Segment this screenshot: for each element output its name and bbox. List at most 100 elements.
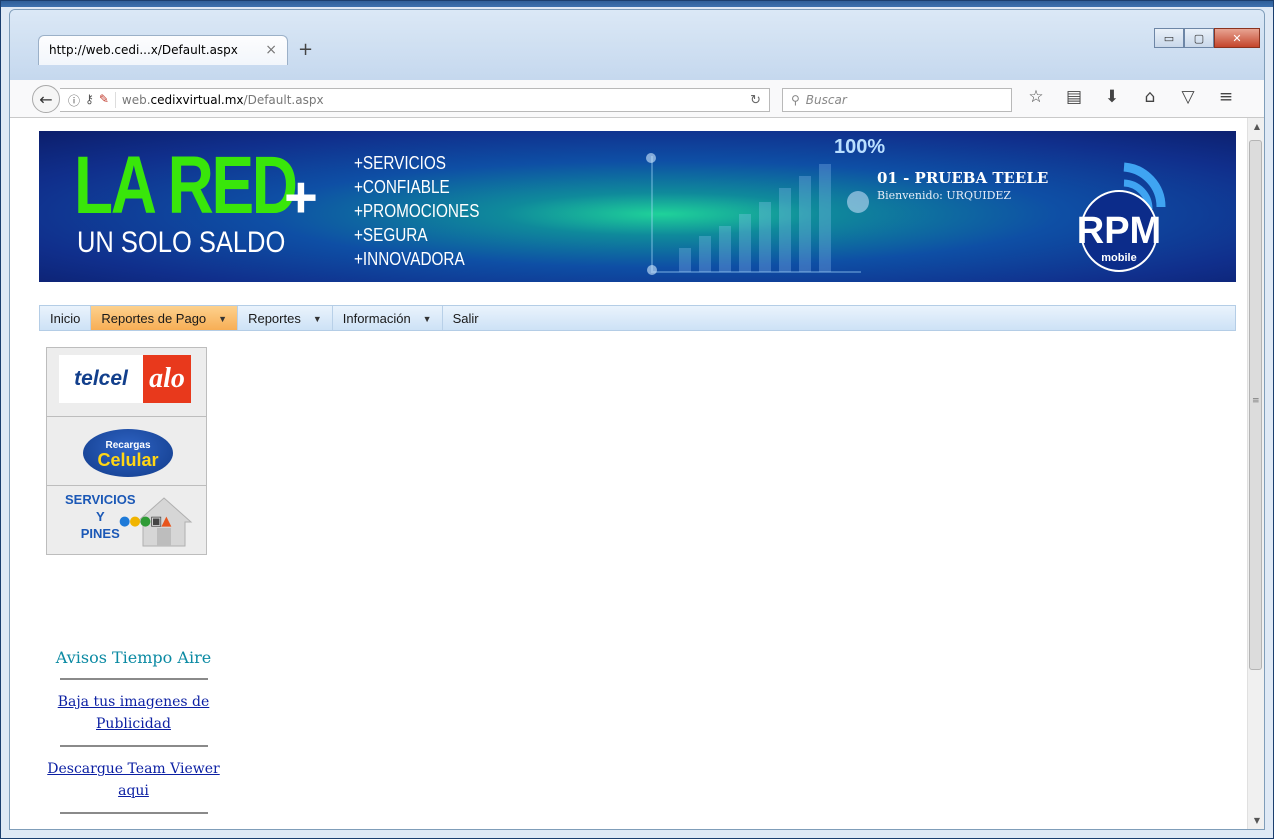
recargas-celular-button[interactable]: Recargas Celular [46, 416, 207, 486]
banner-feature: +SEGURA [354, 225, 428, 245]
close-window-button[interactable]: ✕ [1214, 28, 1260, 48]
banner-feature: +PROMOCIONES [354, 201, 480, 221]
url-bar[interactable]: ⓘ ⚷ ✎ web.cedixvirtual.mx/Default.aspx ↻ [60, 88, 770, 112]
banner-feature: +SERVICIOS [354, 153, 446, 173]
recargas-celular-logo: Recargas Celular [83, 429, 173, 477]
menu-label: Inicio [50, 311, 81, 326]
url-prefix: web. [121, 93, 151, 107]
publicidad-link[interactable]: Baja tus imagenes de Publicidad [46, 680, 221, 745]
rpm-logo-text: RPM [1077, 210, 1161, 252]
service-icons: ●●●▣▲ [119, 514, 171, 529]
browser-window: http://web.cedi...x/Default.aspx × + ▭ ▢… [0, 0, 1274, 839]
banner-subheadline: UN SOLO SALDO [77, 226, 286, 259]
search-placeholder: Buscar [805, 93, 847, 107]
menu-label: Salir [452, 311, 479, 326]
telcel-logo: telcel [59, 355, 143, 403]
flame-icon: ▲ [161, 514, 171, 529]
banner-chart-bar [799, 176, 811, 272]
chevron-down-icon: ▼ [422, 314, 432, 324]
new-tab-button[interactable]: + [298, 39, 313, 60]
menu-item-salir[interactable]: Salir [443, 306, 489, 330]
page-viewport: LA RED + UN SOLO SALDO +SERVICIOS +CONFI… [10, 118, 1264, 829]
rpm-mobile-logo: RPM mobile [1077, 162, 1166, 272]
nav-bar: ← ⓘ ⚷ ✎ web.cedixvirtual.mx/Default.aspx… [10, 80, 1264, 118]
divider [59, 812, 208, 814]
menu-item-reportes-de-pago[interactable]: Reportes de Pago ▼ [91, 306, 239, 330]
rpm-logo-sub: mobile [1101, 252, 1136, 264]
home-icon[interactable]: ⌂ [1140, 87, 1160, 107]
servicios-pines-button[interactable]: SERVICIOS Y PINES ●●●▣▲ [46, 485, 207, 555]
celular-label: Celular [97, 450, 159, 470]
user-name: 01 - PRUEBA TEELE [877, 169, 1049, 187]
url-divider [114, 92, 116, 108]
download-icon[interactable]: ⬇ [1102, 87, 1122, 107]
browser-tab[interactable]: http://web.cedi...x/Default.aspx × [38, 35, 288, 65]
menu-label: Reportes de Pago [101, 311, 207, 326]
banner-plus: + [284, 165, 318, 230]
site-identity[interactable]: ⓘ ⚷ ✎ [60, 92, 115, 109]
water-drop-icon: ● [119, 514, 130, 529]
reading-list-icon[interactable]: ▤ [1064, 87, 1084, 107]
avisos-heading: Avisos Tiempo Aire [55, 648, 212, 667]
url-domain: cedixvirtual.mx [150, 93, 244, 107]
pocket-icon[interactable]: ▽ [1178, 87, 1198, 107]
menu-label: Reportes [248, 311, 301, 326]
banner-percent: 100% [834, 136, 886, 158]
telcel-alo-button[interactable]: telcel alo [46, 347, 207, 417]
toolbar-icons: ☆ ▤ ⬇ ⌂ ▽ ≡ [1026, 87, 1236, 107]
tab-close-icon[interactable]: × [265, 42, 277, 58]
banner-chart-bar [819, 164, 831, 272]
scroll-thumb[interactable]: ≡ [1249, 140, 1262, 670]
banner-chart-axis [651, 156, 653, 271]
user-info: 01 - PRUEBA TEELE Bienvenido: URQUIDEZ [877, 169, 1048, 202]
banner-headline: LA RED [74, 140, 298, 231]
hamburger-menu-icon[interactable]: ≡ [1216, 87, 1236, 107]
scroll-up-icon[interactable]: ▲ [1254, 122, 1260, 131]
menu-item-informacion[interactable]: Información ▼ [333, 306, 443, 330]
window-controls: ▭ ▢ ✕ [1154, 28, 1260, 48]
search-input[interactable]: ⚲ Buscar [782, 88, 1012, 112]
minimize-button[interactable]: ▭ [1154, 28, 1184, 48]
banner-feature: +CONFIABLE [354, 177, 450, 197]
vertical-scrollbar[interactable]: ▲ ≡ ▼ [1247, 118, 1264, 829]
browser-frame: http://web.cedi...x/Default.aspx × + ▭ ▢… [9, 9, 1265, 830]
search-icon: ⚲ [791, 93, 800, 107]
reload-icon[interactable]: ↻ [750, 93, 761, 108]
header-banner: LA RED + UN SOLO SALDO +SERVICIOS +CONFI… [39, 131, 1236, 282]
banner-chart-bar [699, 236, 711, 272]
phone-icon: ▣ [150, 514, 162, 529]
banner-feature-list: +SERVICIOS +CONFIABLE +PROMOCIONES +SEGU… [354, 151, 479, 271]
bookmark-star-icon[interactable]: ☆ [1026, 87, 1046, 107]
servicios-line: SERVICIOS [65, 492, 136, 507]
main-menu: Inicio Reportes de Pago ▼ Reportes ▼ Inf… [39, 305, 1236, 331]
banner-chart-bar [739, 214, 751, 272]
banner-chart-bar [759, 202, 771, 272]
welcome-text: Bienvenido: URQUIDEZ [877, 189, 1012, 202]
chevron-down-icon: ▼ [312, 314, 322, 324]
info-icon[interactable]: ⓘ [68, 92, 80, 109]
chevron-down-icon: ▼ [218, 314, 228, 324]
maximize-button[interactable]: ▢ [1184, 28, 1214, 48]
scroll-down-icon[interactable]: ▼ [1254, 816, 1260, 825]
menu-label: Información [342, 311, 411, 326]
broken-lock-icon: ✎ [98, 91, 109, 106]
key-icon: ⚷ [85, 91, 94, 106]
tab-strip: http://web.cedi...x/Default.aspx × + ▭ ▢… [10, 10, 1264, 80]
banner-feature: +INNOVADORA [354, 249, 465, 269]
side-links: Avisos Tiempo Aire Baja tus imagenes de … [46, 646, 221, 814]
teamviewer-link[interactable]: Descargue Team Viewer aqui [46, 747, 221, 812]
globe-icon: ● [139, 514, 151, 529]
tab-title: http://web.cedi...x/Default.aspx [49, 43, 238, 57]
menu-item-reportes[interactable]: Reportes ▼ [238, 306, 333, 330]
banner-chart-bar [779, 188, 791, 272]
url-text[interactable]: web.cedixvirtual.mx/Default.aspx [122, 93, 324, 107]
menu-item-inicio[interactable]: Inicio [40, 306, 92, 330]
back-arrow-icon[interactable]: ← [32, 85, 60, 113]
banner-chart-dot [646, 153, 656, 163]
banner-chart-dot [847, 191, 869, 213]
alo-logo: alo [143, 355, 191, 403]
banner-chart-dot [647, 265, 657, 275]
url-path: /Default.aspx [243, 93, 324, 107]
banner-chart-bar [719, 226, 731, 272]
lightbulb-icon: ● [129, 514, 140, 529]
